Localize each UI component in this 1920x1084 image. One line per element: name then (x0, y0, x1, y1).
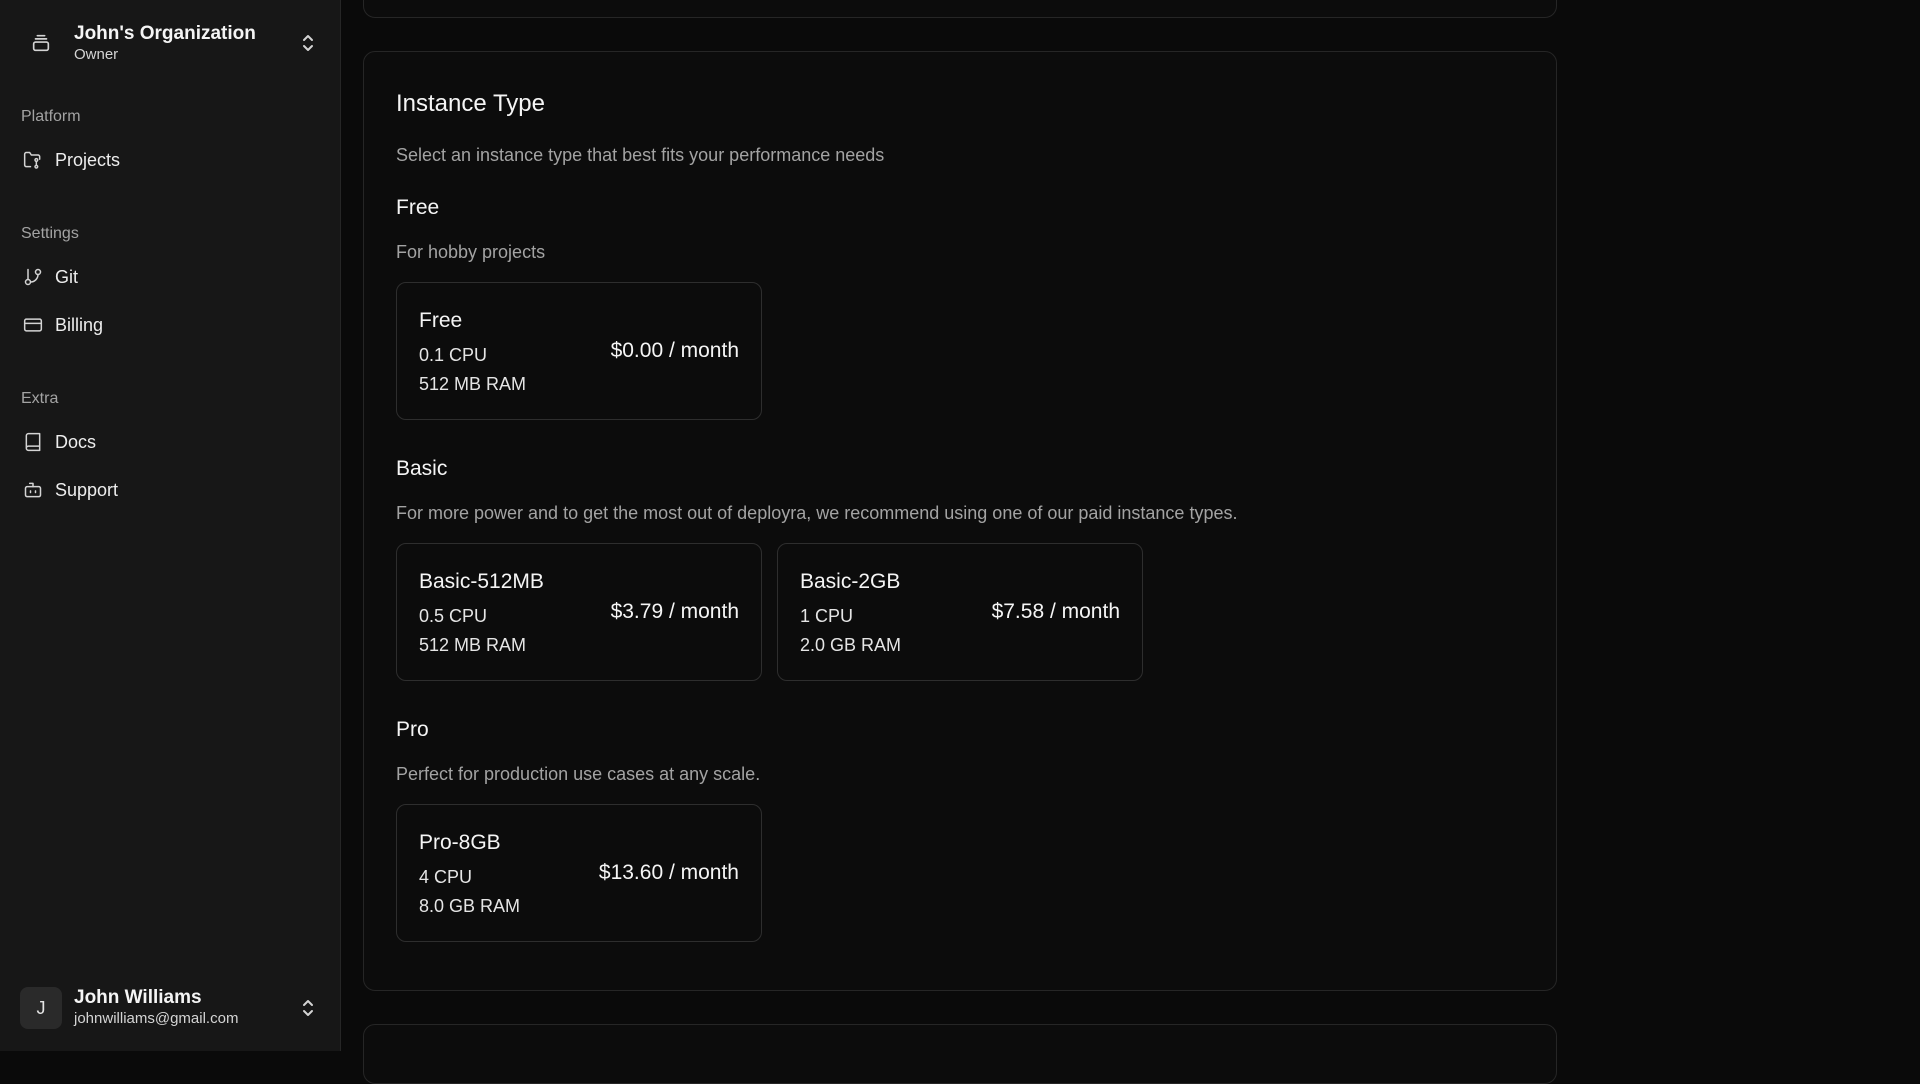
instance-type-card: Instance Type Select an instance type th… (363, 51, 1557, 991)
sidebar-item-git[interactable]: Git (14, 257, 326, 297)
instance-option-free[interactable]: Free 0.1 CPU 512 MB RAM $0.00 / month (396, 282, 762, 420)
git-branch-icon (22, 266, 44, 288)
section-label-platform: Platform (21, 108, 81, 125)
user-name: John Williams (74, 987, 202, 1008)
sidebar-item-label: Projects (55, 149, 121, 170)
card-title: Instance Type (396, 90, 545, 117)
instance-option-basic-512mb[interactable]: Basic-512MB 0.5 CPU 512 MB RAM $3.79 / m… (396, 543, 762, 681)
section-label-settings: Settings (21, 225, 79, 242)
option-name: Pro-8GB (419, 831, 501, 854)
org-role: Owner (74, 46, 119, 63)
card-description: Select an instance type that best fits y… (396, 145, 885, 165)
option-cpu: 4 CPU (419, 867, 473, 887)
tier-description-free: For hobby projects (396, 242, 546, 262)
sidebar-item-label: Git (55, 266, 79, 287)
user-menu[interactable]: J John Williams johnwilliams@gmail.com (20, 986, 322, 1030)
tier-description-pro: Perfect for production use cases at any … (396, 764, 761, 784)
book-icon (22, 431, 44, 453)
org-text: John's Organization Owner (74, 22, 298, 64)
option-ram: 2.0 GB RAM (800, 635, 902, 655)
tier-title-pro: Pro (396, 718, 429, 741)
option-price: $3.79 / month (610, 600, 739, 623)
previous-section-card (363, 0, 1557, 18)
option-ram: 512 MB RAM (419, 374, 527, 394)
sidebar-item-label: Support (55, 479, 119, 500)
sidebar-item-billing[interactable]: Billing (14, 305, 326, 345)
option-cpu: 1 CPU (800, 606, 854, 626)
option-price: $7.58 / month (991, 600, 1120, 623)
chevrons-up-down-icon (298, 996, 318, 1020)
user-text: John Williams johnwilliams@gmail.com (74, 987, 298, 1029)
sidebar-item-label: Billing (55, 314, 104, 335)
folder-git-icon (22, 149, 44, 171)
option-cpu: 0.1 CPU (419, 345, 488, 365)
option-name: Free (419, 309, 463, 332)
sidebar-item-label: Docs (55, 431, 97, 452)
option-price: $0.00 / month (610, 339, 739, 362)
credit-card-icon (22, 314, 44, 336)
instance-option-basic-2gb[interactable]: Basic-2GB 1 CPU 2.0 GB RAM $7.58 / month (777, 543, 1143, 681)
next-section-card (363, 1024, 1557, 1084)
option-name: Basic-2GB (800, 570, 901, 593)
tier-title-free: Free (396, 196, 440, 219)
layers-icon (20, 22, 62, 64)
tier-description-basic: For more power and to get the most out o… (396, 503, 1238, 523)
instance-option-pro-8gb[interactable]: Pro-8GB 4 CPU 8.0 GB RAM $13.60 / month (396, 804, 762, 942)
sidebar-item-support[interactable]: Support (14, 470, 326, 510)
sidebar-item-docs[interactable]: Docs (14, 422, 326, 462)
option-ram: 512 MB RAM (419, 635, 527, 655)
sidebar: John's Organization Owner Platform Proje… (0, 0, 341, 1051)
option-cpu: 0.5 CPU (419, 606, 488, 626)
org-switcher[interactable]: John's Organization Owner (20, 18, 322, 68)
option-name: Basic-512MB (419, 570, 544, 593)
option-ram: 8.0 GB RAM (419, 896, 521, 916)
bot-icon (22, 479, 44, 501)
user-email: johnwilliams@gmail.com (74, 1010, 239, 1027)
sidebar-item-projects[interactable]: Projects (14, 140, 326, 180)
option-price: $13.60 / month (598, 861, 739, 884)
org-name: John's Organization (74, 23, 256, 44)
section-label-extra: Extra (21, 390, 59, 407)
avatar: J (20, 987, 62, 1029)
tier-title-basic: Basic (396, 457, 448, 480)
chevrons-up-down-icon (298, 31, 318, 55)
